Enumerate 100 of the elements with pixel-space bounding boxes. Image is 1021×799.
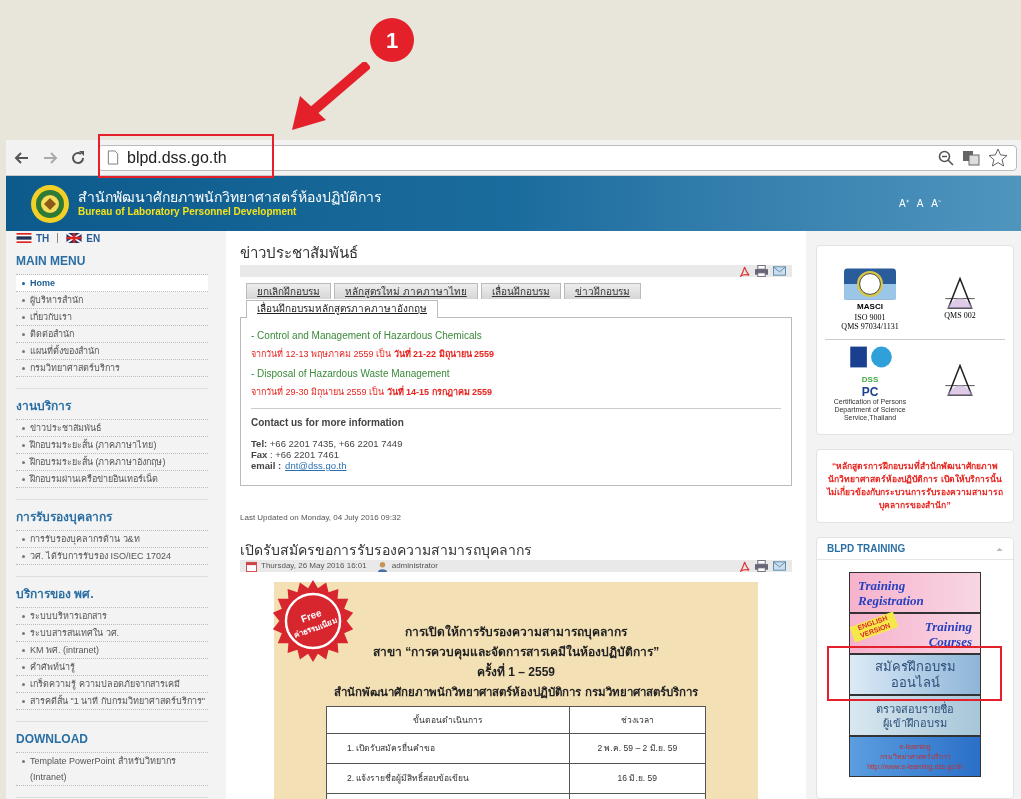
menu-item[interactable]: แผนที่ตั้งของสำนัก xyxy=(30,343,99,359)
menu-item[interactable]: ฝึกอบรมระยะสั้น (ภาคภาษาอังกฤษ) xyxy=(30,454,166,470)
menu-item[interactable]: ติดต่อสำนัก xyxy=(30,326,74,342)
step-number-badge: 1 xyxy=(370,18,414,62)
font-size-link[interactable]: A⁻ xyxy=(931,196,941,211)
bullet-icon xyxy=(22,444,25,447)
menu-item[interactable]: ฝึกอบรมผ่านเครือข่ายอินเทอร์เน็ต xyxy=(30,471,158,487)
schedule-change: จากวันที่ 12-13 พฤษภาคม 2559 เป็น วันที่ 21-22 มิถุนายน 2559 xyxy=(251,346,496,362)
section-title: MAIN MENU xyxy=(16,253,87,270)
poster-heading: การเปิดให้การรับรองความสามารถบุคลากร xyxy=(405,623,627,642)
font-size-link[interactable]: A xyxy=(916,196,924,211)
table-cell: 2 พ.ค. 59 – 2 มิ.ย. 59 xyxy=(569,733,706,764)
logo-caption: QMS 97034/1131 xyxy=(841,321,899,331)
bullet-icon xyxy=(22,700,25,703)
menu-item[interactable]: Template PowerPoint สำหรับวิทยากร (Intranet) xyxy=(30,753,208,785)
column-header: ขั้นตอนดำเนินการ xyxy=(326,706,570,734)
bullet-icon xyxy=(22,350,25,353)
bullet-icon xyxy=(22,615,25,618)
star-icon[interactable] xyxy=(988,147,1008,168)
flag-icon[interactable] xyxy=(66,233,83,243)
last-updated: Last Updated on Monday, 04 July 2016 09:32 xyxy=(240,512,402,524)
logo-caption: DSS xyxy=(861,374,879,386)
email-icon[interactable] xyxy=(773,561,786,571)
pdf-icon[interactable] xyxy=(739,265,750,277)
zoom-icon[interactable] xyxy=(938,149,954,166)
calendar-icon xyxy=(246,560,257,572)
menu-item[interactable]: วศ. ได้รับการรับรอง ISO/IEC 17024 xyxy=(30,548,172,564)
tab[interactable]: ข่าวฝึกอบรม xyxy=(563,283,641,299)
training-banner[interactable]: สมัครฝึกอบรม ออนไลน์ xyxy=(849,654,981,695)
tab[interactable]: ยกเลิกฝึกอบรม xyxy=(246,283,331,299)
menu-item[interactable]: Home xyxy=(30,275,55,291)
logo-caption: PC xyxy=(861,386,879,398)
certification-logo xyxy=(844,266,896,301)
menu-item[interactable]: ระบบบริหารเอกสาร xyxy=(30,608,107,624)
bullet-icon xyxy=(22,555,25,558)
poster-heading: สำนักพัฒนาศักยภาพนักวิทยาศาสตร์ห้องปฏิบัติการ กรมวิทยาศาสตร์บริการ xyxy=(334,684,698,701)
contact-line: Fax : +66 2201 7461 xyxy=(251,449,340,460)
section-title: การรับรองบุคลากร xyxy=(16,509,114,526)
reload-icon[interactable] xyxy=(70,149,86,166)
logo-caption: QMS 002 xyxy=(944,311,976,320)
language-link[interactable]: EN xyxy=(86,231,101,246)
menu-item[interactable]: ระบบสารสนเทศใน วศ. xyxy=(30,625,119,641)
flag-icon[interactable] xyxy=(16,233,32,243)
course-name: - Disposal of Hazardous Waste Management xyxy=(251,367,451,381)
section-title: BLPD TRAINING xyxy=(827,542,906,556)
column-header: ช่วงเวลา xyxy=(569,706,706,734)
bullet-icon xyxy=(22,649,25,652)
article-title: เปิดรับสมัครขอการรับรองความสามารถบุคลากร xyxy=(240,541,533,560)
table-cell: 2. แจ้งรายชื่อผู้มีสิทธิ์สอบข้อเขียน xyxy=(326,763,570,794)
email-icon[interactable] xyxy=(773,266,786,276)
bullet-icon xyxy=(22,299,25,302)
section-title: บริการของ พศ. xyxy=(16,586,95,603)
bullet-icon xyxy=(22,461,25,464)
schedule-change: จากวันที่ 29-30 มิถุนายน 2559 เป็น วันที่ 14-15 กรกฎาคม 2559 xyxy=(251,384,494,400)
emblem-logo xyxy=(30,183,70,224)
language-link[interactable]: TH xyxy=(36,231,50,246)
menu-item[interactable]: กรมวิทยาศาสตร์บริการ xyxy=(30,360,120,376)
site-subtitle: Bureau of Laboratory Personnel Development xyxy=(78,206,298,219)
translate-icon[interactable] xyxy=(962,149,980,166)
tab[interactable]: เลื่อนฝึกอบรม xyxy=(480,283,561,299)
notice-text: “หลักสูตรการฝึกอบรมที่สำนักพัฒนาศักยภาพนักวิทยาศาสตร์ห้องปฏิบัติการ เปิดให้บริการนั้น ไม่เกี่ยวข้องกับกระบวนการรับรองความสามารถบุคลากรของสำนัก” xyxy=(816,449,1014,523)
article-author: administrator xyxy=(391,560,438,572)
site-title: สำนักพัฒนาศักยภาพนักวิทยาศาสตร์ห้องปฏิบัติการ xyxy=(78,188,382,206)
course-name: - Control and Management of Hazardous Chemicals xyxy=(251,329,483,343)
print-icon[interactable] xyxy=(755,560,768,572)
bullet-icon xyxy=(22,282,25,285)
bullet-icon xyxy=(22,333,25,336)
poster-heading: สาขา “การควบคุมและจัดการสารเคมีในห้องปฏิบัติการ” xyxy=(372,643,660,662)
bullet-icon xyxy=(22,760,25,763)
menu-item[interactable]: KM พศ. (intranet) xyxy=(30,642,99,658)
article-date: Thursday, 26 May 2016 16:01 xyxy=(261,560,367,572)
menu-item[interactable]: ข่าวประชาสัมพันธ์ xyxy=(30,420,101,436)
training-banner[interactable]: ตรวจสอบรายชื่อ ผู้เข้าฝึกอบรม xyxy=(849,695,981,736)
email-link[interactable]: dnt@dss.go.th xyxy=(285,460,347,471)
menu-item[interactable]: สารคดีสั้น "1 นาที กับกรมวิทยาศาสตร์บริการ" xyxy=(30,693,205,709)
tab[interactable]: หลักสูตรใหม่ ภาคภาษาไทย xyxy=(334,283,478,299)
bullet-icon xyxy=(22,683,25,686)
training-banner[interactable]: Training Registration xyxy=(849,572,981,613)
menu-item[interactable]: คำศัพท์น่ารู้ xyxy=(30,659,75,675)
logo-caption: ISO 9001 xyxy=(854,312,886,322)
tab[interactable]: เลื่อนฝึกอบรมหลักสูตรภาคภาษาอังกฤษ xyxy=(246,300,438,318)
pdf-icon[interactable] xyxy=(739,560,750,572)
bullet-icon xyxy=(22,666,25,669)
menu-item[interactable]: ฝึกอบรมระยะสั้น (ภาคภาษาไทย) xyxy=(30,437,157,453)
menu-item[interactable]: การรับรองบุคลากรด้าน ว&ท xyxy=(30,531,140,547)
font-size-link[interactable]: A⁺ xyxy=(899,196,909,211)
arrow-icon xyxy=(290,62,370,132)
menu-item[interactable]: ผู้บริหารสำนัก xyxy=(30,292,83,308)
poster-heading: ครั้งที่ 1 – 2559 xyxy=(476,662,555,682)
table-cell: 1. เปิดรับสมัครยื่นคำขอ xyxy=(326,733,570,764)
logo-caption: MASCI xyxy=(857,300,883,313)
bullet-icon xyxy=(22,478,25,481)
print-icon[interactable] xyxy=(755,265,768,277)
address-bar[interactable]: blpd.dss.go.th xyxy=(98,144,1017,171)
email-label: email : xyxy=(251,460,282,471)
page-icon xyxy=(107,150,119,165)
menu-item[interactable]: เกี่ยวกับเรา xyxy=(30,309,72,325)
back-arrow-icon[interactable] xyxy=(14,149,30,166)
menu-item[interactable]: เกร็ดความรู้ ความปลอดภัยจากสารเคมี xyxy=(30,676,180,692)
contact-line: Tel: +66 2201 7435, +66 2201 7449 xyxy=(251,438,404,449)
